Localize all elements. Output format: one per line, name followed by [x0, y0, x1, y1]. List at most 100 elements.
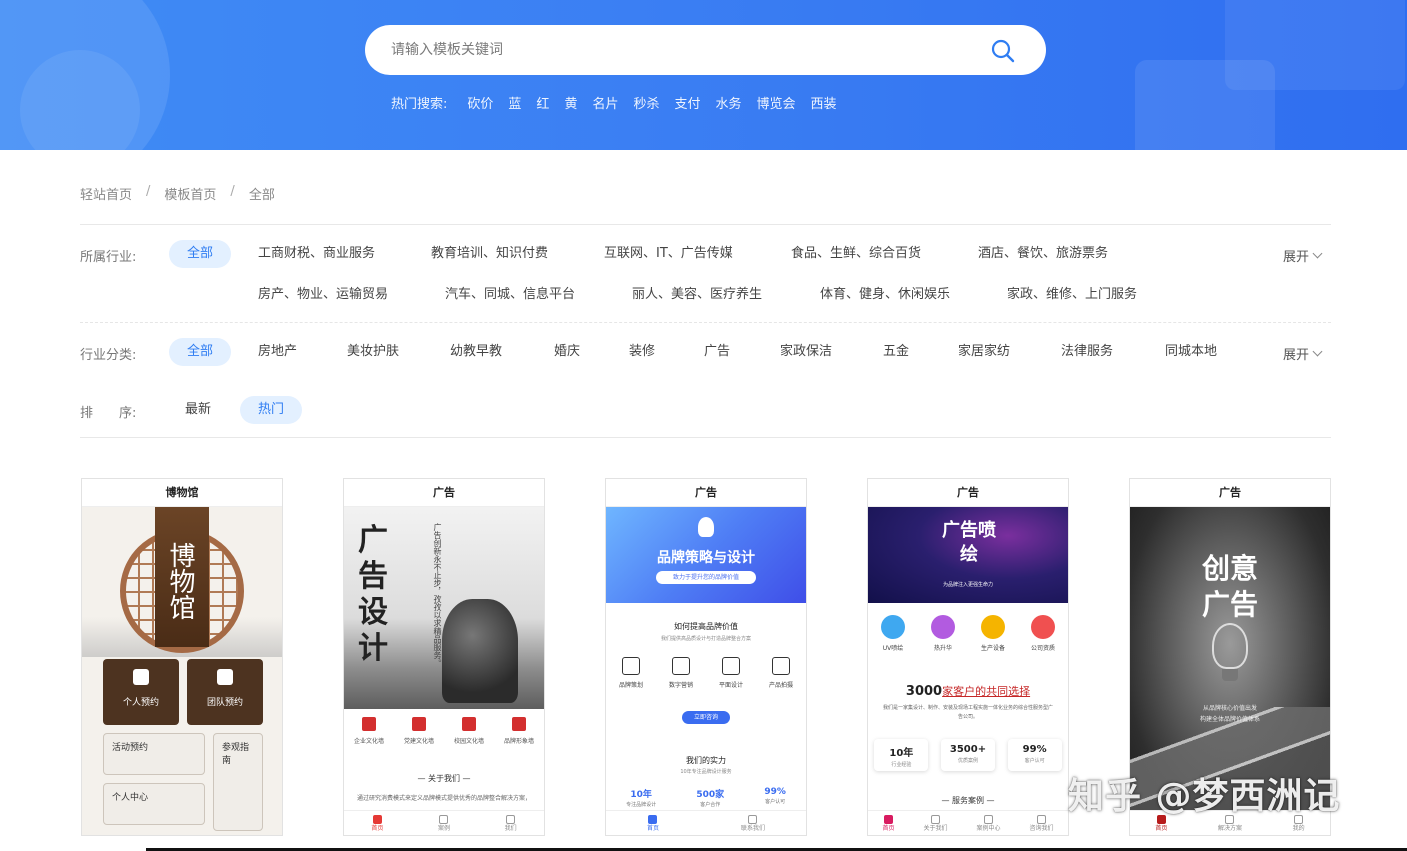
hot-search-item[interactable]: 水务 — [716, 93, 742, 112]
template-card[interactable]: 广告 品牌策略与设计 致力于提升您的品牌价值 如何提高品牌价值 我们提供高品质设… — [605, 478, 807, 836]
document-icon — [983, 814, 993, 824]
service-item: 校园文化墙 — [447, 717, 491, 745]
service-label: 品牌策划 — [618, 682, 643, 689]
hot-search-item[interactable]: 名片 — [592, 93, 618, 112]
stat-label: 行业经验 — [891, 762, 912, 768]
industry-option[interactable]: 酒店、餐饮、旅游票务 — [978, 240, 1108, 268]
category-option[interactable]: 美妆护肤 — [347, 338, 399, 366]
hero-subtitle: 从品牌核心价值出发 构建全体品牌价值体系 — [1130, 703, 1330, 725]
about-heading: — 关于我们 — — [417, 774, 471, 783]
section-heading: — 服务案例 — — [941, 796, 995, 805]
template-card[interactable]: 博物馆 博物馆 个人预约 团队预约 活动预约 参观指南 个人中心 — [81, 478, 283, 836]
service-label: 品牌形象墙 — [503, 738, 534, 745]
tab-contact: 咨询我们 — [1029, 814, 1054, 833]
category-option[interactable]: 广告 — [704, 338, 730, 366]
search-input[interactable] — [391, 37, 951, 63]
breadcrumb-home[interactable]: 轻站首页 — [80, 184, 132, 203]
industry-option[interactable]: 食品、生鲜、综合百货 — [791, 240, 921, 268]
service-label: 校园文化墙 — [453, 738, 484, 745]
personal-center-button: 个人中心 — [103, 783, 205, 825]
stat-label: 客户认可 — [1024, 758, 1045, 764]
industry-all-chip[interactable]: 全部 — [169, 240, 231, 268]
category-option[interactable]: 幼教早教 — [450, 338, 502, 366]
stat-value: 3500+ — [949, 744, 987, 755]
stat-value: 99% — [764, 787, 786, 797]
watermark: 知乎 @梦西洲记 — [1068, 776, 1341, 817]
industry-option[interactable]: 工商财税、商业服务 — [258, 240, 375, 268]
preview-tabbar: 首页 联系我们 — [606, 810, 806, 835]
category-option[interactable]: 五金 — [883, 338, 909, 366]
service-icon-row: 企业文化墙 党建文化墙 校园文化墙 品牌形象墙 — [344, 717, 544, 745]
hot-search-item[interactable]: 西装 — [811, 93, 837, 112]
category-option[interactable]: 房地产 — [258, 338, 297, 366]
template-card[interactable]: 广告 广告喷绘 为品牌注入更强生命力 UV喷绘 热升华 生产设备 公司资质 30… — [867, 478, 1069, 836]
stat-label: 专注品牌设计 — [626, 802, 657, 808]
category-option[interactable]: 家居家纺 — [958, 338, 1010, 366]
group-booking-button: 团队预约 — [187, 659, 263, 725]
industry-option[interactable]: 教育培训、知识付费 — [431, 240, 548, 268]
industry-option[interactable]: 家政、维修、上门服务 — [1007, 281, 1137, 309]
template-card[interactable]: 广告 广告设计 广告创新永不止步，孜孜以求精品服务。 企业文化墙 党建文化墙 校… — [343, 478, 545, 836]
category-option[interactable]: 同城本地 — [1165, 338, 1217, 366]
section-heading: 如何提高品牌价值 — [674, 622, 738, 631]
preview-tabbar: 首页 关于我们 案例中心 咨询我们 — [868, 810, 1068, 835]
category-option[interactable]: 装修 — [629, 338, 655, 366]
image-icon — [931, 615, 955, 639]
diamond-icon — [512, 717, 526, 731]
hero-subtitle: 致力于提升您的品牌价值 — [656, 571, 756, 584]
stat-value: 500家 — [696, 790, 725, 800]
service-label: 生产设备 — [980, 645, 1005, 652]
stat-label: 客户认可 — [765, 799, 786, 805]
service-item: 党建文化墙 — [397, 717, 441, 745]
search-icon[interactable] — [990, 38, 1016, 64]
category-option[interactable]: 法律服务 — [1061, 338, 1113, 366]
service-label: 企业文化墙 — [353, 738, 384, 745]
camera-icon — [772, 657, 790, 675]
divider — [80, 437, 1331, 438]
industry-expand-button[interactable]: 展开 — [1283, 246, 1323, 265]
stat-label: 客户合作 — [700, 802, 721, 808]
tab-about: 关于我们 — [923, 814, 948, 833]
section-subheading: 我们提供高品质设计与打造品牌整合方案 — [660, 636, 751, 642]
event-booking-button: 活动预约 — [103, 733, 205, 775]
breadcrumb-templates[interactable]: 模板首页 — [164, 184, 216, 203]
service-item: 公司资质 — [1021, 615, 1065, 652]
tab-label: 我的 — [1292, 824, 1305, 832]
consult-button: 立即咨询 — [682, 711, 730, 724]
service-item: 数字营销 — [659, 657, 703, 689]
industry-filter-label: 所属行业: — [80, 250, 137, 265]
personal-booking-button: 个人预约 — [103, 659, 179, 725]
printer-icon — [881, 615, 905, 639]
sort-option-newest[interactable]: 最新 — [185, 396, 211, 424]
home-icon — [883, 814, 893, 824]
tab-home: 首页 — [882, 814, 895, 833]
user-icon — [506, 814, 516, 824]
industry-option[interactable]: 房产、物业、运输贸易 — [258, 281, 388, 309]
grid-icon — [439, 814, 449, 824]
industry-option[interactable]: 汽车、同城、信息平台 — [445, 281, 575, 309]
sort-option-hot[interactable]: 热门 — [240, 396, 302, 424]
hot-search-item[interactable]: 砍价 — [467, 93, 493, 112]
hero-title-text: 创意广告 — [1201, 552, 1258, 621]
preview-tabbar: 首页 案例 我们 — [344, 810, 544, 835]
industry-option[interactable]: 互联网、IT、广告传媒 — [604, 240, 733, 268]
category-all-chip[interactable]: 全部 — [169, 338, 231, 366]
stat-label: 优质案例 — [957, 758, 978, 764]
hot-search-item[interactable]: 蓝 — [508, 93, 521, 112]
stat-item: 10年 专注品牌设计 — [626, 787, 656, 808]
hot-search-item[interactable]: 博览会 — [757, 93, 796, 112]
section-heading: 我们的实力 — [686, 756, 726, 765]
hot-search-item[interactable]: 黄 — [564, 93, 577, 112]
industry-option[interactable]: 丽人、美容、医疗养生 — [632, 281, 762, 309]
lightbulb-base — [1222, 669, 1238, 681]
industry-option[interactable]: 体育、健身、休闲娱乐 — [820, 281, 950, 309]
stat-item: 99% 客户认可 — [1008, 739, 1062, 771]
card-title: 广告 — [868, 479, 1068, 507]
hot-search-item[interactable]: 秒杀 — [633, 93, 659, 112]
category-expand-button[interactable]: 展开 — [1283, 344, 1323, 363]
category-option[interactable]: 家政保洁 — [780, 338, 832, 366]
category-option[interactable]: 婚庆 — [554, 338, 580, 366]
hot-search-item[interactable]: 支付 — [674, 93, 700, 112]
hot-search-item[interactable]: 红 — [536, 93, 549, 112]
visit-guide-button: 参观指南 — [213, 733, 263, 831]
